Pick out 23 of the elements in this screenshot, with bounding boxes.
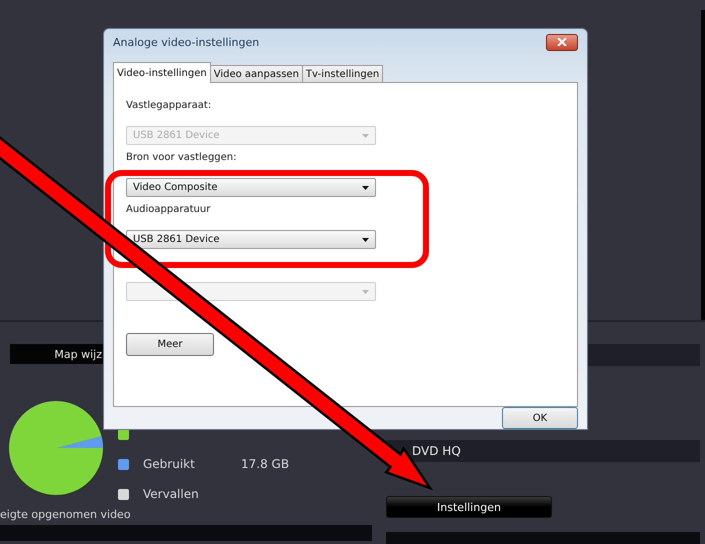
legend-label: Gebruikt [143, 457, 196, 471]
caret-icon [362, 238, 369, 242]
legend-label: Vervallen [143, 487, 200, 501]
caret-icon [362, 134, 369, 138]
close-button[interactable] [546, 34, 578, 51]
caret-icon [362, 290, 369, 294]
tab[interactable]: Video-instellingen [113, 62, 211, 84]
profile-field: DVD HQ [386, 440, 700, 462]
caret-icon [362, 186, 369, 190]
tab[interactable]: Tv-instellingen [302, 65, 384, 84]
ok-button[interactable]: OK [502, 407, 578, 429]
tab[interactable]: Video aanpassen [210, 65, 303, 84]
dialog-title: Analoge video-instellingen [113, 36, 260, 49]
field-label: Vastlegapparaat: [126, 100, 212, 114]
more-button[interactable]: Meer [126, 333, 214, 356]
field-label: Audioapparatuur [126, 204, 212, 218]
field-label: Bron voor vastleggen: [126, 152, 238, 166]
settings-button[interactable]: Instellingen [386, 496, 552, 518]
dropdown[interactable]: USB 2861 Device [126, 230, 376, 250]
close-icon [557, 38, 567, 46]
legend-value: 17.8 GB [241, 457, 290, 471]
recent-video-label: eigte opgenomen video [0, 508, 132, 521]
dropdown[interactable]: Video Composite [126, 178, 376, 198]
